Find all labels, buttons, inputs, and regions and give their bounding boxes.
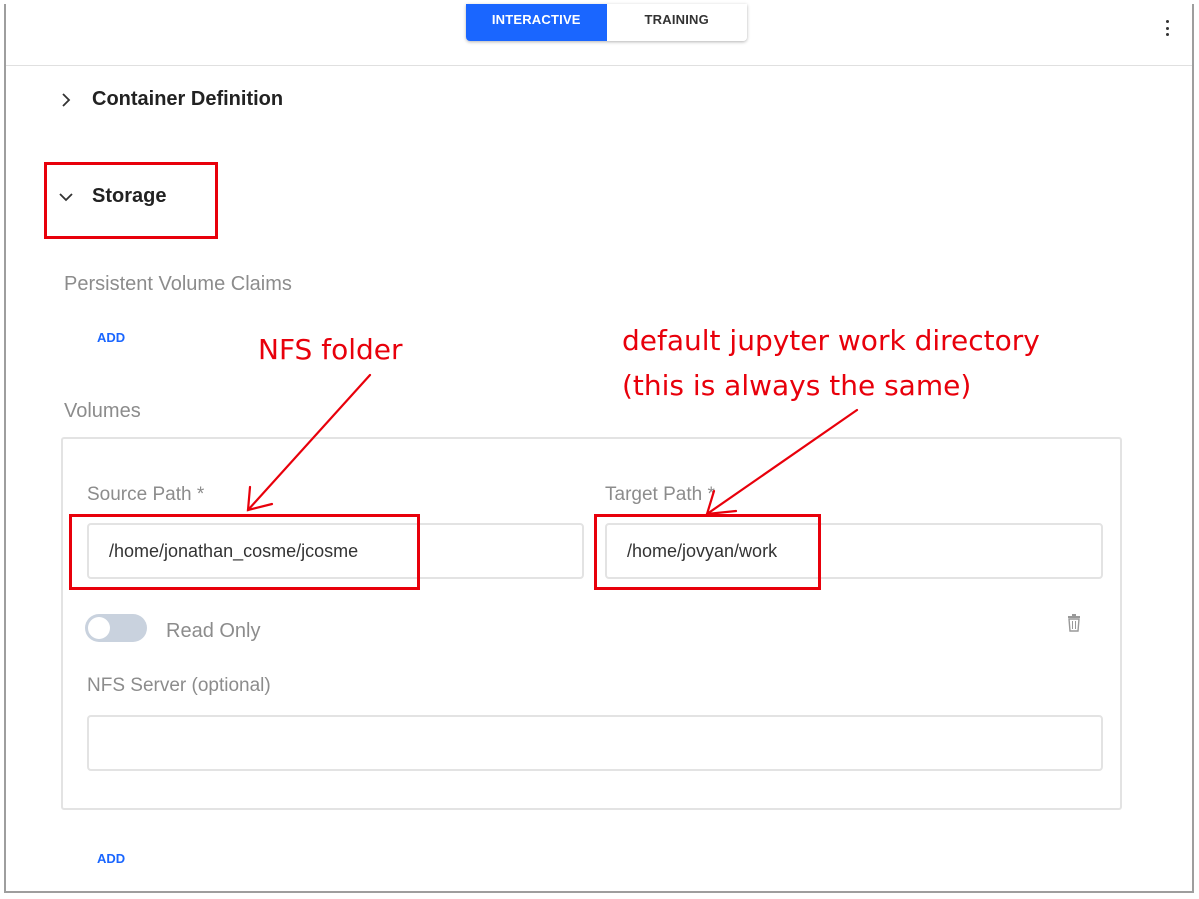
section-title: Container Definition [92, 88, 284, 110]
storage-highlight-box [44, 162, 218, 239]
trash-icon[interactable] [1067, 614, 1081, 632]
pvc-label: Persistent Volume Claims [64, 273, 292, 295]
read-only-toggle[interactable] [85, 614, 147, 642]
add-pvc-button[interactable]: ADD [97, 330, 125, 345]
annotation-nfs-folder: NFS folder [258, 333, 403, 366]
nfs-server-input[interactable] [87, 715, 1103, 771]
target-path-highlight-box [594, 514, 821, 590]
tab-training[interactable]: TRAINING [606, 4, 747, 41]
nfs-server-label: NFS Server (optional) [87, 675, 271, 696]
annotation-jupyter-line2: (this is always the same) [622, 369, 972, 402]
read-only-label: Read Only [166, 620, 261, 642]
annotation-jupyter-line1: default jupyter work directory [622, 324, 1040, 357]
more-vertical-icon[interactable] [1162, 18, 1172, 38]
toggle-knob [88, 617, 110, 639]
source-path-label: Source Path * [87, 484, 205, 505]
source-path-highlight-box [69, 514, 420, 590]
mode-toggle: INTERACTIVE TRAINING [466, 4, 747, 41]
add-volume-button[interactable]: ADD [97, 851, 125, 866]
target-path-label: Target Path * [605, 484, 715, 505]
volumes-label: Volumes [64, 400, 141, 422]
tab-interactive[interactable]: INTERACTIVE [466, 4, 607, 41]
chevron-right-icon [62, 92, 71, 107]
section-container-definition[interactable]: Container Definition [58, 88, 283, 111]
top-bar: INTERACTIVE TRAINING [6, 4, 1192, 66]
